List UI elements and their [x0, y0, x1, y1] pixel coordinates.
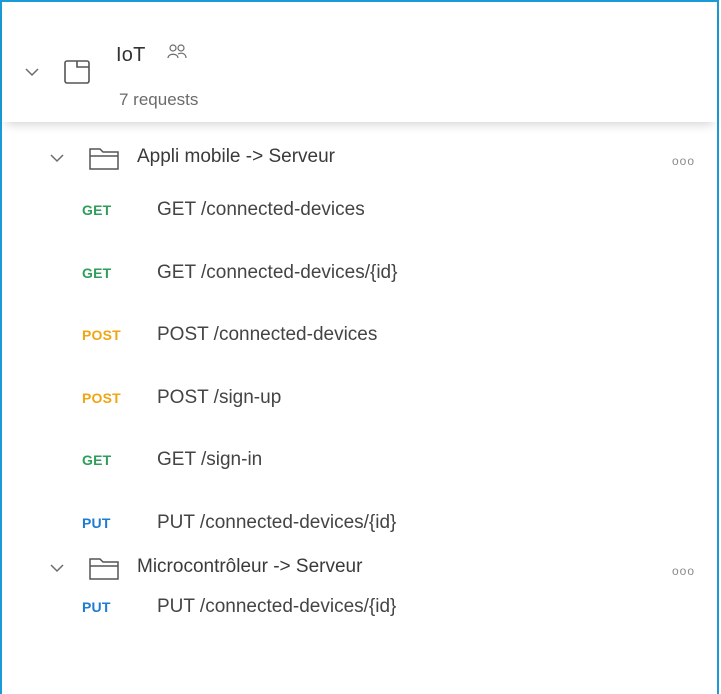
method-badge: POST	[82, 327, 121, 343]
method-badge: PUT	[82, 599, 111, 615]
folder-row[interactable]: Microcontrôleur -> Serveur ooo	[2, 518, 717, 580]
request-item[interactable]: PUT PUT /connected-devices/{id}	[2, 578, 717, 641]
request-item[interactable]: GET GET /connected-devices	[2, 181, 717, 244]
collection-icon	[64, 60, 90, 84]
request-item[interactable]: GET GET /sign-in	[2, 431, 717, 494]
method-badge: POST	[82, 389, 121, 406]
collection-tree: Appli mobile -> Serveur ooo GET GET /con…	[2, 122, 717, 641]
folder-label: Appli mobile -> Serveur	[137, 146, 336, 167]
request-item[interactable]: POST POST /connected-devices	[2, 306, 717, 369]
folder-icon	[89, 148, 119, 170]
more-options-icon[interactable]: ooo	[672, 564, 695, 578]
chevron-down-icon[interactable]	[49, 560, 65, 576]
request-label: POST /connected-devices	[157, 324, 378, 345]
request-label: GET /connected-devices	[157, 199, 365, 220]
more-options-icon[interactable]: ooo	[672, 154, 695, 168]
request-item[interactable]: POST POST /sign-up	[2, 369, 717, 432]
request-label: GET /connected-devices/{id}	[157, 261, 398, 283]
collection-name: IoT	[116, 44, 146, 66]
folder-label: Microcontrôleur -> Serveur	[137, 556, 363, 577]
chevron-down-icon[interactable]	[24, 64, 40, 80]
chevron-down-icon[interactable]	[49, 150, 65, 166]
method-badge: GET	[82, 202, 112, 218]
request-label: POST /sign-up	[157, 386, 282, 408]
request-label: GET /sign-in	[157, 449, 263, 470]
request-label: PUT /connected-devices/{id}	[157, 596, 397, 617]
collection-header[interactable]: IoT 7 requests	[2, 2, 717, 122]
method-badge: GET	[82, 452, 112, 468]
method-badge: GET	[82, 264, 112, 281]
request-item[interactable]: GET GET /connected-devices/{id}	[2, 244, 717, 307]
shared-people-icon	[167, 44, 187, 59]
collection-request-count: 7 requests	[119, 90, 199, 109]
